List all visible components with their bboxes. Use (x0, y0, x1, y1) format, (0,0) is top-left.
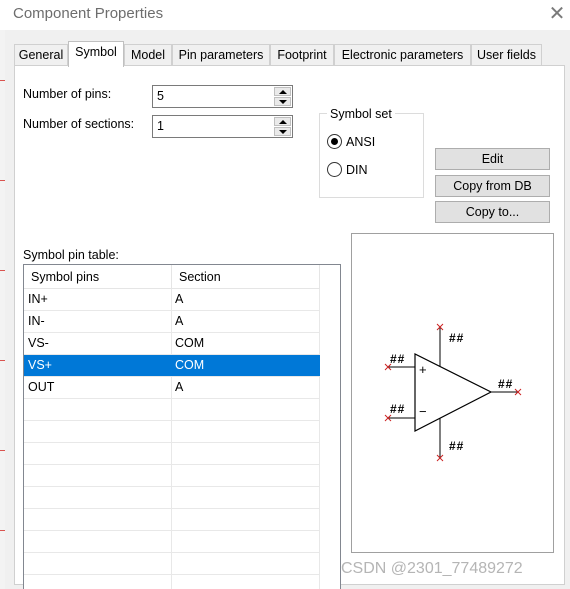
symbol-tab-page: Number of pins: 5 Number of sections: 1 … (14, 65, 565, 589)
minus-sign: − (419, 404, 427, 419)
tab-user-fields[interactable]: User fields (471, 44, 542, 66)
number-of-sections-stepper[interactable]: 1 (152, 115, 293, 138)
table-row-empty (24, 509, 320, 531)
radio-selected-dot (331, 138, 338, 145)
symbol-set-title: Symbol set (327, 107, 395, 121)
number-of-pins-value: 5 (157, 89, 164, 103)
din-label[interactable]: DIN (346, 163, 368, 177)
table-row-empty (24, 575, 320, 589)
table-row[interactable]: IN+ A (24, 289, 320, 311)
arrow-down-icon (279, 100, 287, 104)
arrow-up-icon (279, 90, 287, 94)
pin-mark-out: ## (498, 377, 514, 391)
title-bar: Component Properties ✕ (0, 0, 570, 30)
pin-section-cell: A (175, 380, 184, 394)
table-row[interactable]: OUT A (24, 377, 320, 399)
table-row-selected[interactable]: VS+ COM (24, 355, 320, 377)
number-of-pins-label: Number of pins: (23, 87, 112, 101)
pin-section-cell: COM (175, 336, 205, 350)
pin-section-cell: A (175, 314, 184, 328)
sections-increment-button[interactable] (274, 117, 291, 126)
pin-name-cell: VS+ (28, 358, 52, 372)
dialog-body: General Symbol Model Pin parameters Foot… (5, 30, 570, 589)
symbol-preview: + − ## ## ## ## ## (351, 233, 554, 553)
tab-symbol[interactable]: Symbol (68, 41, 124, 67)
pin-mark-top: ## (449, 331, 465, 345)
tab-model[interactable]: Model (124, 44, 172, 66)
symbol-pin-table-label: Symbol pin table: (23, 248, 119, 262)
symbol-pin-table[interactable]: Symbol pins Section IN+ A IN- A VS- COM … (23, 264, 341, 589)
pin-name-cell: OUT (28, 380, 55, 394)
pins-increment-button[interactable] (274, 87, 291, 96)
sections-decrement-button[interactable] (274, 127, 291, 136)
table-row[interactable]: VS- COM (24, 333, 320, 355)
tab-general[interactable]: General (14, 44, 68, 66)
table-row[interactable]: IN- A (24, 311, 320, 333)
table-row-empty (24, 487, 320, 509)
ansi-radio[interactable] (327, 134, 342, 149)
table-row-empty (24, 443, 320, 465)
number-of-sections-value: 1 (157, 119, 164, 133)
copy-from-db-button[interactable]: Copy from DB (435, 175, 550, 197)
column-header-symbol-pins[interactable]: Symbol pins (24, 265, 172, 289)
table-row-empty (24, 553, 320, 575)
close-icon[interactable]: ✕ (546, 3, 568, 25)
number-of-pins-stepper[interactable]: 5 (152, 85, 293, 108)
pin-section-cell: COM (175, 358, 205, 372)
table-row-empty (24, 421, 320, 443)
pins-decrement-button[interactable] (274, 97, 291, 106)
pin-name-cell: IN+ (28, 292, 48, 306)
pin-section-cell: A (175, 292, 184, 306)
table-row-empty (24, 465, 320, 487)
arrow-up-icon (279, 120, 287, 124)
edit-button[interactable]: Edit (435, 148, 550, 170)
tab-footprint[interactable]: Footprint (270, 44, 334, 66)
plus-sign: + (419, 362, 427, 377)
copy-to-button[interactable]: Copy to... (435, 201, 550, 223)
table-row-empty (24, 531, 320, 553)
pin-mark-in-minus: ## (390, 402, 406, 416)
window-title: Component Properties (13, 5, 164, 22)
ansi-label[interactable]: ANSI (346, 135, 375, 149)
pin-name-cell: IN- (28, 314, 45, 328)
watermark: CSDN @2301_77489272 (341, 560, 523, 577)
arrow-down-icon (279, 130, 287, 134)
pin-mark-in-plus: ## (390, 352, 406, 366)
table-row-empty (24, 399, 320, 421)
tab-pin-parameters[interactable]: Pin parameters (172, 44, 270, 66)
symbol-set-group (319, 113, 424, 198)
pin-mark-bottom: ## (449, 439, 465, 453)
tab-electronic-parameters[interactable]: Electronic parameters (334, 44, 471, 66)
column-header-section[interactable]: Section (172, 265, 320, 289)
din-radio[interactable] (327, 162, 342, 177)
opamp-symbol-icon (384, 323, 522, 462)
number-of-sections-label: Number of sections: (23, 117, 135, 131)
pin-name-cell: VS- (28, 336, 49, 350)
